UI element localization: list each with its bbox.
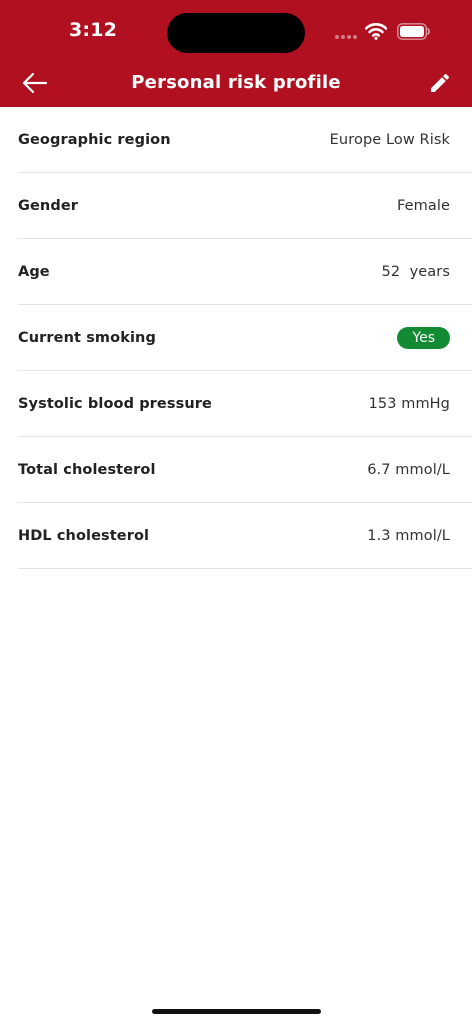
page-title: Personal risk profile <box>131 72 341 93</box>
list-item-age: Age 52 years <box>18 239 472 305</box>
row-label: Systolic blood pressure <box>18 395 212 412</box>
risk-profile-list: Geographic region Europe Low Risk Gender… <box>18 107 472 569</box>
row-value: 1.3 mmol/L <box>367 527 450 544</box>
row-value: 153 mmHg <box>368 395 450 412</box>
cellular-signal-icon <box>335 35 359 39</box>
list-item-geographic-region: Geographic region Europe Low Risk <box>18 107 472 173</box>
status-time: 3:12 <box>69 19 118 41</box>
row-label: Current smoking <box>18 329 156 346</box>
row-label: Gender <box>18 197 79 214</box>
dynamic-island <box>167 13 305 53</box>
battery-icon <box>397 23 431 40</box>
arrow-left-icon[interactable] <box>20 68 50 98</box>
smoking-status-badge: Yes <box>397 326 450 349</box>
list-item-gender: Gender Female <box>18 173 472 239</box>
row-label: Geographic region <box>18 131 171 148</box>
list-item-systolic-blood-pressure: Systolic blood pressure 153 mmHg <box>18 371 472 437</box>
row-value: 6.7 mmol/L <box>367 461 450 478</box>
row-label: Age <box>18 263 50 280</box>
home-indicator[interactable] <box>152 1009 321 1014</box>
list-item-total-cholesterol: Total cholesterol 6.7 mmol/L <box>18 437 472 503</box>
list-item-hdl-cholesterol: HDL cholesterol 1.3 mmol/L <box>18 503 472 569</box>
wifi-icon <box>365 23 387 40</box>
pencil-icon[interactable] <box>428 71 452 95</box>
row-label: Total cholesterol <box>18 461 156 478</box>
row-label: HDL cholesterol <box>18 527 150 544</box>
row-value: 52 years <box>381 263 450 280</box>
list-item-current-smoking: Current smoking Yes <box>18 305 472 371</box>
row-value: Europe Low Risk <box>329 131 450 148</box>
app-header: 3:12 Personal risk profile <box>0 0 472 107</box>
row-value: Female <box>396 197 450 214</box>
